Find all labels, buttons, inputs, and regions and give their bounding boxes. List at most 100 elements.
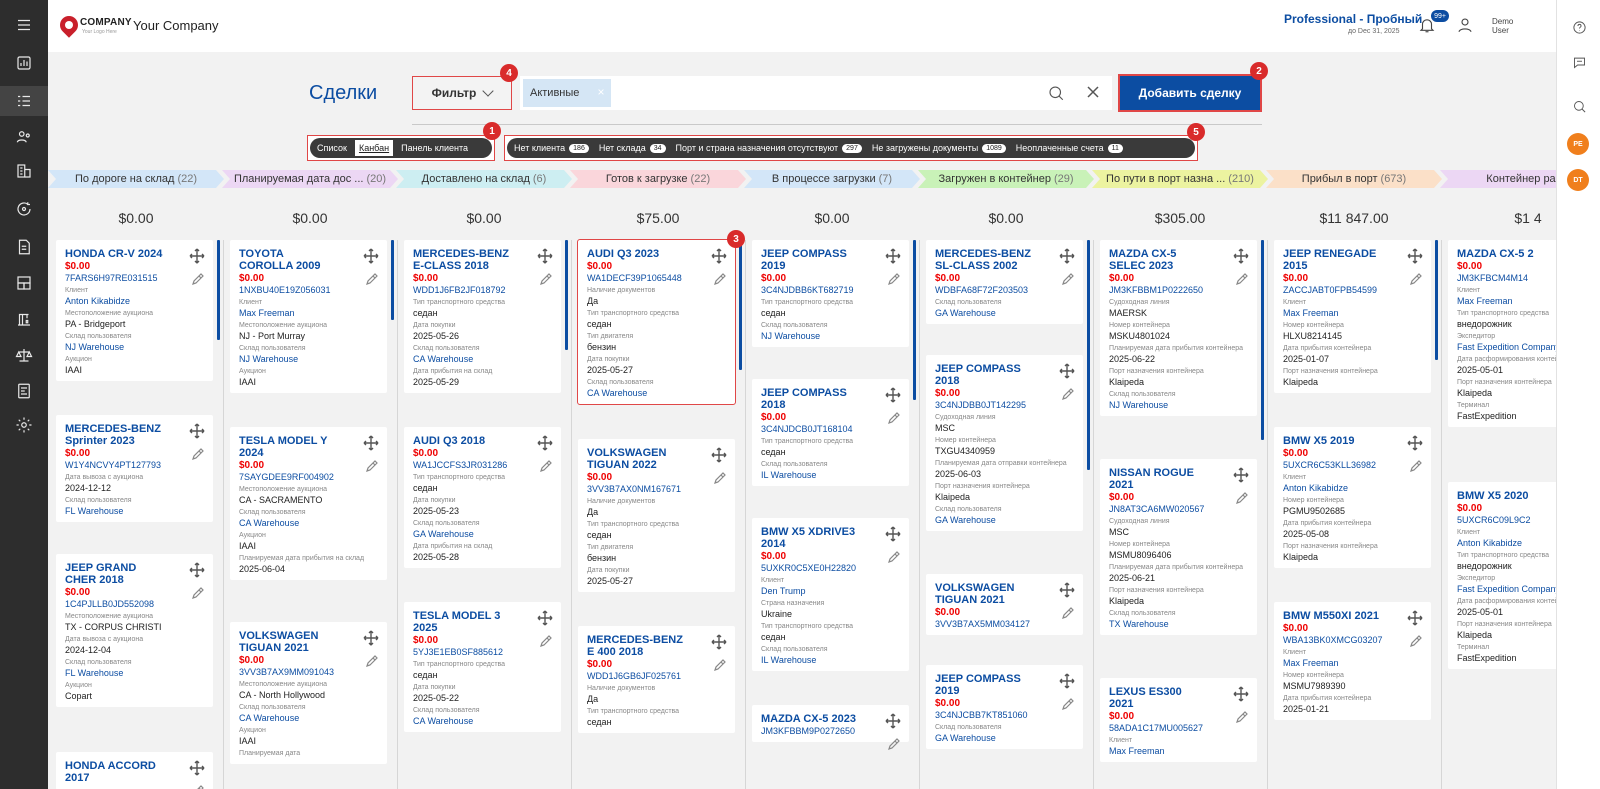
deal-title[interactable]: LEXUS ES300 2021 xyxy=(1109,686,1209,710)
field-value[interactable]: Max Freeman xyxy=(1283,658,1422,668)
move-icon[interactable] xyxy=(1407,610,1423,626)
deal-vin[interactable]: 58ADA1C17MU005627 xyxy=(1109,723,1248,733)
move-icon[interactable] xyxy=(189,423,205,439)
deal-card[interactable]: JEEP GRAND CHER 2018 $0.00 1C4PJLLB0JD5520… xyxy=(56,554,213,707)
sidebar-item-dashboard[interactable] xyxy=(0,48,48,78)
deal-title[interactable]: TESLA MODEL Y 2024 xyxy=(239,435,339,459)
field-value[interactable]: GA Warehouse xyxy=(935,515,1074,525)
column-scrollbar[interactable] xyxy=(217,240,220,340)
deal-title[interactable]: BMW X5 2020 xyxy=(1457,490,1556,502)
move-icon[interactable] xyxy=(1059,582,1075,598)
filter-chip-active[interactable]: Активные × xyxy=(523,79,611,107)
move-icon[interactable] xyxy=(885,713,901,729)
move-icon[interactable] xyxy=(537,610,553,626)
view-tab-1[interactable]: Канбан xyxy=(354,140,394,156)
field-value[interactable]: Anton Kikabidze xyxy=(65,296,204,306)
deal-title[interactable]: VOLKSWAGEN TIGUAN 2021 xyxy=(935,582,1035,606)
company-logo[interactable]: COMPANY Your Logo Here xyxy=(56,12,132,40)
deal-card[interactable]: TESLA MODEL Y 2024 $0.00 7SAYGDEE9RF004902… xyxy=(230,427,387,580)
edit-icon[interactable] xyxy=(539,634,553,648)
deal-card[interactable]: BMW X5 XDRIVE3 2014 $0.00 5UXKR0C5XE0H2282… xyxy=(752,518,909,671)
move-icon[interactable] xyxy=(1059,363,1075,379)
sidebar-item-menu[interactable] xyxy=(0,10,48,40)
move-icon[interactable] xyxy=(885,526,901,542)
sidebar-item-refresh[interactable] xyxy=(0,194,48,224)
deal-vin[interactable]: WBA13BK0XMCG03207 xyxy=(1283,635,1422,645)
sidebar-item-scale[interactable] xyxy=(0,340,48,370)
field-value[interactable]: NJ Warehouse xyxy=(239,354,378,364)
deal-vin[interactable]: 1C4PJLLB0JD552098 xyxy=(65,599,204,609)
deal-card[interactable]: HONDA CR-V 2024 $0.00 7FARS6H97RE031515 Кли… xyxy=(56,240,213,381)
deal-card[interactable]: NISSAN ROGUE 2021 $0.00 JN8AT3CA6MW020567 С… xyxy=(1100,459,1257,635)
deal-card[interactable]: JEEP COMPASS 2019 $0.00 3C4NJCBB7KT851060 С… xyxy=(926,665,1083,749)
view-tab-0[interactable]: Список xyxy=(313,140,351,156)
move-icon[interactable] xyxy=(537,435,553,451)
field-value[interactable]: TX Warehouse xyxy=(1109,619,1248,629)
field-value[interactable]: IL Warehouse xyxy=(761,470,900,480)
deal-card[interactable]: AUDI Q3 2023 $0.00 WA1DECF39P1065448 Наличи… xyxy=(577,239,736,405)
stage-header-item[interactable]: По пути в порт назна ... (210) xyxy=(1092,170,1268,188)
edit-icon[interactable] xyxy=(887,550,901,564)
deal-title[interactable]: JEEP COMPASS 2018 xyxy=(761,387,861,411)
move-icon[interactable] xyxy=(1407,435,1423,451)
deal-card[interactable]: TESLA MODEL 3 2025 $0.00 5YJ3E1EB0SF885612… xyxy=(404,602,561,732)
view-tab-2[interactable]: Панель клиента xyxy=(397,140,472,156)
deal-card[interactable]: JEEP COMPASS 2019 $0.00 3C4NJDBB6KT682719 Т… xyxy=(752,240,909,347)
field-value[interactable]: Max Freeman xyxy=(1109,746,1248,756)
deal-card[interactable]: VOLKSWAGEN TIGUAN 2021 $0.00 3VV3B7AX5MM03… xyxy=(926,574,1083,635)
deal-title[interactable]: VOLKSWAGEN TIGUAN 2021 xyxy=(239,630,339,654)
deal-title[interactable]: AUDI Q3 2018 xyxy=(413,435,513,447)
edit-icon[interactable] xyxy=(1235,272,1249,286)
deal-card[interactable]: JEEP COMPASS 2018 $0.00 3C4NJDCB0JT168104 Т… xyxy=(752,379,909,486)
deal-title[interactable]: MERCEDES-BENZ E 400 2018 xyxy=(587,634,687,658)
deal-vin[interactable]: 7FARS6H97RE031515 xyxy=(65,273,204,283)
deal-title[interactable]: JEEP RENEGADE 2015 xyxy=(1283,248,1383,272)
deal-card[interactable]: MAZDA CX-5 2 $0.00 JM3KFBCM4M14 Клиент Max F… xyxy=(1448,240,1556,427)
add-deal-button[interactable]: Добавить сделку xyxy=(1118,74,1262,112)
quick-filter[interactable]: Неоплаченные счета 11 xyxy=(1014,143,1125,153)
edit-icon[interactable] xyxy=(1409,634,1423,648)
sidebar-item-documents[interactable] xyxy=(0,232,48,262)
edit-icon[interactable] xyxy=(1409,272,1423,286)
deal-title[interactable]: TESLA MODEL 3 2025 xyxy=(413,610,513,634)
edit-icon[interactable] xyxy=(1061,272,1075,286)
field-value[interactable]: Max Freeman xyxy=(1283,308,1422,318)
deal-card[interactable]: TOYOTA COROLLA 2009 $0.00 1NXBU40E19Z05603… xyxy=(230,240,387,393)
stage-header-item[interactable]: По дороге на склад (22) xyxy=(48,170,224,188)
deal-title[interactable]: MERCEDES-BENZ SL-CLASS 2002 xyxy=(935,248,1035,272)
edit-icon[interactable] xyxy=(1061,387,1075,401)
move-icon[interactable] xyxy=(363,630,379,646)
move-icon[interactable] xyxy=(189,562,205,578)
deal-vin[interactable]: 3C4NJDCB0JT168104 xyxy=(761,424,900,434)
move-icon[interactable] xyxy=(363,248,379,264)
deal-title[interactable]: NISSAN ROGUE 2021 xyxy=(1109,467,1209,491)
deal-title[interactable]: JEEP COMPASS 2018 xyxy=(935,363,1035,387)
stage-header-item[interactable]: Планируемая дата дос ... (20) xyxy=(222,170,398,188)
edit-icon[interactable] xyxy=(1235,491,1249,505)
move-icon[interactable] xyxy=(189,248,205,264)
quick-filter[interactable]: Нет клиента 186 xyxy=(512,143,591,153)
deal-card[interactable]: MERCEDES-BENZ SL-CLASS 2002 $0.00 WDBFA68F… xyxy=(926,240,1083,324)
stage-header-item[interactable]: В процессе загрузки (7) xyxy=(744,170,920,188)
move-icon[interactable] xyxy=(1233,467,1249,483)
field-value[interactable]: GA Warehouse xyxy=(413,529,552,539)
field-value[interactable]: Max Freeman xyxy=(239,308,378,318)
deal-card[interactable]: MERCEDES-BENZ E-CLASS 2018 $0.00 WDD1J6FB2… xyxy=(404,240,561,393)
sidebar-item-buildings[interactable] xyxy=(0,156,48,186)
deal-vin[interactable]: ZACCJABT0FPB54599 xyxy=(1283,285,1422,295)
field-value[interactable]: NJ Warehouse xyxy=(1109,400,1248,410)
deal-title[interactable]: VOLKSWAGEN TIGUAN 2022 xyxy=(587,447,687,471)
field-value[interactable]: Fast Expedition Company xyxy=(1457,584,1556,594)
deal-title[interactable]: BMW X5 XDRIVE3 2014 xyxy=(761,526,861,550)
move-icon[interactable] xyxy=(1407,248,1423,264)
deal-vin[interactable]: JN8AT3CA6MW020567 xyxy=(1109,504,1248,514)
deal-card[interactable]: MERCEDES-BENZ E 400 2018 $0.00 WDD1J6GB6JF… xyxy=(578,626,735,733)
sidebar-item-contacts[interactable] xyxy=(0,122,48,152)
deal-title[interactable]: HONDA ACCORD 2017 xyxy=(65,760,165,784)
quick-filter[interactable]: Нет склада 34 xyxy=(597,143,668,153)
column-scrollbar[interactable] xyxy=(1435,240,1438,360)
move-icon[interactable] xyxy=(711,634,727,650)
close-icon[interactable] xyxy=(1086,85,1100,99)
edit-icon[interactable] xyxy=(713,272,727,286)
deal-card[interactable]: MERCEDES-BENZ Sprinter 2023 $0.00 W1Y4NCVY… xyxy=(56,415,213,522)
